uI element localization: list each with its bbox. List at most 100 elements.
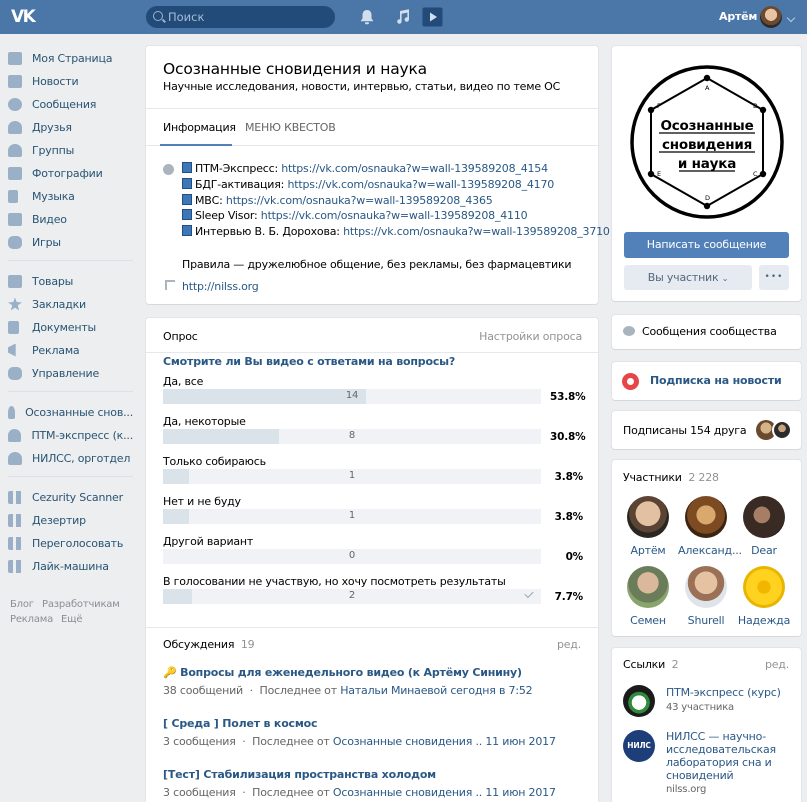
poll-option-bar[interactable]: 1 bbox=[163, 509, 541, 524]
search-box[interactable] bbox=[146, 6, 335, 28]
sidebar-item-group-nilss[interactable]: НИЛСС, орготдел bbox=[8, 449, 133, 467]
footer-link-ads[interactable]: Реклама bbox=[10, 614, 53, 625]
gamepad-icon bbox=[8, 366, 22, 380]
sidebar-item-goods[interactable]: Товары bbox=[8, 272, 133, 290]
poll-option-bar[interactable]: 1 bbox=[163, 469, 541, 484]
bell-icon[interactable] bbox=[358, 8, 376, 26]
chevron-down-icon[interactable] bbox=[786, 13, 796, 23]
website-link[interactable]: http://nilss.org bbox=[182, 280, 259, 293]
community-messages-card[interactable]: Сообщения сообщества bbox=[612, 315, 801, 349]
members-title[interactable]: Участники 2 228 bbox=[623, 471, 719, 484]
links-title[interactable]: Ссылки 2 bbox=[623, 658, 679, 671]
link-title[interactable]: НИЛСС — научно-исследовательская лаборат… bbox=[666, 730, 792, 782]
poll-option-bar[interactable]: 0 bbox=[163, 549, 541, 564]
camera-icon bbox=[8, 166, 22, 180]
info-tabs: Информация МЕНЮ КВЕСТОВ bbox=[146, 108, 598, 146]
poll-option-count: 1 bbox=[348, 470, 356, 481]
poll-option-bar[interactable]: 2 bbox=[163, 588, 541, 604]
info-icon bbox=[163, 164, 174, 175]
info-link[interactable]: https://vk.com/osnauka?w=wall-139589208_… bbox=[287, 178, 554, 191]
poll-option-count: 1 bbox=[348, 510, 356, 521]
book-icon bbox=[182, 225, 192, 236]
info-link[interactable]: https://vk.com/osnauka?w=wall-139589208_… bbox=[261, 209, 528, 222]
sidebar-item-manage[interactable]: Управление bbox=[8, 364, 133, 382]
member-avatar bbox=[743, 496, 785, 538]
link-title[interactable]: ПТМ-экспресс (курс) bbox=[666, 686, 781, 699]
links-card: Ссылки 2 ред. ПТМ-экспресс (курс) 43 уча… bbox=[612, 648, 801, 802]
topic-title[interactable]: [Тест] Стабилизация пространства холодом bbox=[163, 768, 556, 781]
topic-last-author[interactable]: Осознанные сновидения .. 11 июн 2017 bbox=[333, 786, 556, 799]
info-link-row: БДГ-активация: https://vk.com/osnauka?w=… bbox=[182, 178, 554, 191]
logo-letter: B bbox=[753, 102, 757, 110]
more-actions-button[interactable]: ••• bbox=[759, 265, 789, 290]
discussions-edit-link[interactable]: ред. bbox=[557, 638, 581, 651]
poll-settings-link[interactable]: Настройки опроса bbox=[479, 330, 582, 343]
community-logo[interactable]: A B C D E F Осознанные сновидения и наук… bbox=[629, 64, 785, 220]
sidebar-item-photos[interactable]: Фотографии bbox=[8, 164, 133, 182]
poll-option-bar[interactable]: 8 bbox=[163, 429, 541, 444]
sidebar-item-news[interactable]: Новости bbox=[8, 72, 133, 90]
sidebar-item-app-cezurity[interactable]: Cezurity Scanner bbox=[8, 488, 133, 506]
subscribe-card[interactable]: Подписка на новости bbox=[612, 362, 801, 400]
sidebar-item-ads[interactable]: Реклама bbox=[8, 341, 133, 359]
poll-option-label: Другой вариант bbox=[163, 535, 254, 548]
sidebar-item-app-revote[interactable]: Переголосовать bbox=[8, 534, 133, 552]
footer-link-dev[interactable]: Разработчикам bbox=[42, 599, 120, 610]
member-avatar bbox=[627, 496, 669, 538]
logo-letter: F bbox=[657, 102, 661, 110]
info-link[interactable]: https://vk.com/osnauka?w=wall-139589208_… bbox=[281, 162, 548, 175]
sidebar-item-documents[interactable]: Документы bbox=[8, 318, 133, 336]
sidebar-item-group-ptm[interactable]: ПТМ-экспресс (к... bbox=[8, 426, 133, 444]
info-link[interactable]: https://vk.com/osnauka?w=wall-139589208_… bbox=[343, 225, 610, 238]
friends-icon bbox=[8, 120, 22, 134]
footer-link-blog[interactable]: Блог bbox=[10, 599, 34, 610]
groups-icon bbox=[8, 143, 22, 157]
user-name[interactable]: Артём bbox=[719, 10, 757, 23]
member-status-button[interactable]: Вы участник ⌄ bbox=[624, 265, 752, 290]
topic-last-author[interactable]: Натальи Минаевой сегодня в 7:52 bbox=[340, 684, 532, 697]
footer-link-more[interactable]: Ещё bbox=[61, 614, 82, 625]
link-avatar-ptm[interactable] bbox=[623, 685, 655, 717]
tab-info[interactable]: Информация bbox=[163, 121, 236, 134]
play-icon[interactable] bbox=[422, 7, 443, 27]
poll-option-label: Да, все bbox=[163, 375, 204, 388]
topic-title[interactable]: 🔑 Вопросы для еженедельного видео (к Арт… bbox=[163, 666, 532, 679]
sidebar-item-group-os[interactable]: Осознанные снов... bbox=[8, 403, 133, 421]
link-avatar-nilss[interactable]: НИЛС bbox=[623, 730, 655, 762]
user-avatar[interactable] bbox=[760, 6, 782, 28]
sidebar-item-friends[interactable]: Друзья bbox=[8, 118, 133, 136]
poll-option-percent: 7.7% bbox=[554, 591, 584, 603]
topic-title[interactable]: [ Среда ] Полет в космос bbox=[163, 717, 556, 730]
book-icon bbox=[182, 194, 192, 205]
sidebar-item-video[interactable]: Видео bbox=[8, 210, 133, 228]
sidebar-item-my-page[interactable]: Моя Страница bbox=[8, 49, 133, 67]
sidebar-item-app-like[interactable]: Лайк-машина bbox=[8, 557, 133, 575]
sidebar-item-bookmarks[interactable]: Закладки bbox=[8, 295, 133, 313]
chat-icon bbox=[623, 326, 635, 336]
home-icon bbox=[8, 51, 22, 65]
member-avatar bbox=[627, 566, 669, 608]
tab-quest-menu[interactable]: МЕНЮ КВЕСТОВ bbox=[245, 121, 336, 134]
links-edit-link[interactable]: ред. bbox=[765, 658, 789, 671]
info-link-row: МВС: https://vk.com/osnauka?w=wall-13958… bbox=[182, 194, 493, 207]
info-link[interactable]: https://vk.com/osnauka?w=wall-139589208_… bbox=[226, 194, 493, 207]
search-input[interactable] bbox=[168, 9, 328, 25]
sidebar-item-games[interactable]: Игры bbox=[8, 233, 133, 251]
logo-text: Осознанные bbox=[660, 118, 753, 134]
vk-logo[interactable]: VK bbox=[11, 7, 37, 27]
sidebar-item-app-dezertir[interactable]: Дезертир bbox=[8, 511, 133, 529]
key-icon: 🔑 bbox=[163, 666, 177, 679]
sidebar-item-groups[interactable]: Группы bbox=[8, 141, 133, 159]
sidebar-item-music[interactable]: Музыка bbox=[8, 187, 133, 205]
poll-option-bar[interactable]: 14 bbox=[163, 389, 541, 404]
discussions-title[interactable]: Обсуждения 19 bbox=[163, 638, 255, 651]
book-icon bbox=[182, 209, 192, 220]
friends-subscribed-card[interactable]: Подписаны 154 друга bbox=[612, 411, 801, 449]
write-message-button[interactable]: Написать сообщение bbox=[624, 232, 789, 258]
app-grid-icon bbox=[8, 490, 22, 504]
sidebar-item-messages[interactable]: Сообщения bbox=[8, 95, 133, 113]
section-divider bbox=[146, 627, 598, 628]
member-avatar bbox=[685, 566, 727, 608]
music-icon[interactable] bbox=[394, 8, 412, 26]
topic-last-author[interactable]: Осознанные сновидения .. 11 июн 2017 bbox=[333, 735, 556, 748]
